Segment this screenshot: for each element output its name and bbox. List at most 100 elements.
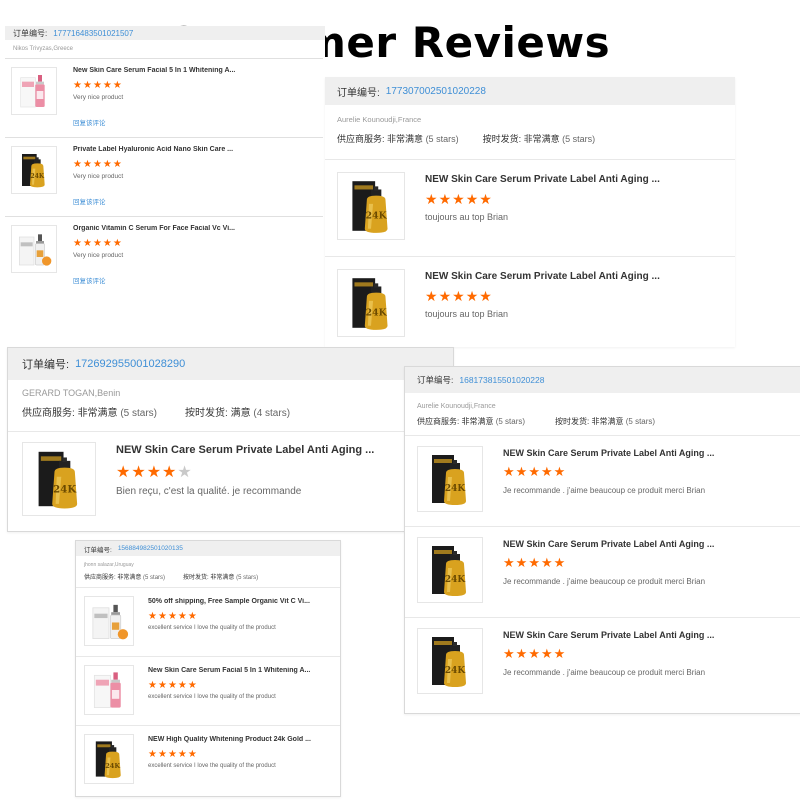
- shipping-count: (4 stars): [253, 408, 291, 419]
- pink-serum-bottle-icon: [93, 672, 121, 708]
- product-thumbnail[interactable]: 24K: [417, 446, 483, 512]
- seller-ratings: 供应商服务: 非常满意 (5 stars) 按时发货: 满意 (4 stars): [8, 402, 453, 431]
- product-name-link[interactable]: NEW Skin Care Serum Private Label Anti A…: [425, 174, 675, 185]
- review-info: NEW High Quality Whitening Product 24k G…: [148, 734, 318, 769]
- shipping-count: (5 stars): [625, 417, 656, 426]
- star-filled-icon: ★: [503, 646, 516, 661]
- reviewer-name: Nikos Trivyzas,Greece: [13, 46, 74, 52]
- star-filled-icon: ★: [116, 464, 132, 481]
- star-filled-icon: ★: [465, 191, 480, 207]
- svg-text:24K: 24K: [445, 575, 467, 585]
- order-label: 订单编号:: [22, 359, 70, 371]
- gold-24k-serum-icon: 24K: [432, 455, 466, 505]
- star-filled-icon: ★: [73, 238, 83, 249]
- star-filled-icon: ★: [73, 159, 83, 170]
- review-info: NEW Skin Care Serum Private Label Anti A…: [116, 442, 416, 497]
- star-filled-icon: ★: [553, 646, 567, 661]
- order-review-card-e: 订单编号: 156884982501020135 jhonn salazar,U…: [75, 540, 341, 797]
- order-number-link[interactable]: 156884982501020135: [118, 545, 183, 552]
- star-rating: ★★★★★: [148, 749, 318, 760]
- order-label: 订单编号:: [13, 28, 48, 38]
- review-comment: Very nice product: [73, 94, 124, 101]
- svg-text:24K: 24K: [445, 666, 467, 676]
- product-thumbnail[interactable]: 24K: [417, 628, 483, 694]
- review-comment: Very nice product: [73, 252, 124, 259]
- star-filled-icon: ★: [515, 464, 529, 479]
- gold-24k-serum-icon: 24K: [352, 181, 388, 233]
- supplier-service-label: 供应商服务:: [417, 417, 460, 426]
- star-filled-icon: ★: [112, 159, 123, 170]
- product-thumbnail[interactable]: [11, 225, 57, 273]
- shipping-label: 按时发货:: [183, 575, 209, 581]
- shipping-label: 按时发货:: [185, 408, 228, 419]
- star-filled-icon: ★: [102, 238, 113, 249]
- product-thumbnail[interactable]: 24K: [417, 537, 483, 603]
- star-filled-icon: ★: [177, 749, 188, 760]
- vitamin-c-serum-icon: [92, 604, 129, 640]
- star-filled-icon: ★: [167, 680, 178, 691]
- star-filled-icon: ★: [131, 464, 147, 481]
- review-row: 24K NEW Skin Care Serum Private Label Ant…: [405, 435, 800, 526]
- product-name-link[interactable]: Private Label Hyaluronic Acid Nano Skin …: [73, 146, 313, 153]
- product-name-link[interactable]: New Skin Care Serum Facial 5 In 1 Whiten…: [148, 667, 318, 674]
- product-name-link[interactable]: NEW Skin Care Serum Private Label Anti A…: [503, 448, 743, 458]
- product-name-link[interactable]: NEW Skin Care Serum Private Label Anti A…: [503, 539, 743, 549]
- review-comment: Very nice product: [73, 173, 124, 180]
- shipping-rating: 按时发货: 非常满意 (5 stars): [183, 572, 258, 581]
- gold-24k-serum-icon: 24K: [22, 154, 45, 188]
- product-name-link[interactable]: Organic Vitamin C Serum For Face Facial …: [73, 225, 313, 232]
- reply-link[interactable]: 回复该评论: [73, 275, 313, 285]
- star-filled-icon: ★: [438, 288, 453, 304]
- review-row: 50% off shipping, Free Sample Organic Vi…: [76, 587, 340, 656]
- product-thumbnail[interactable]: 24K: [11, 146, 57, 194]
- star-filled-icon: ★: [452, 191, 466, 207]
- review-comment: Je recommande . j'aime beaucoup ce produ…: [503, 486, 706, 495]
- review-comment: excellent service I love the quality of …: [148, 625, 276, 631]
- product-name-link[interactable]: NEW Skin Care Serum Private Label Anti A…: [116, 444, 416, 456]
- product-thumbnail[interactable]: [84, 596, 134, 646]
- order-number-link[interactable]: 177307002501020228: [386, 86, 486, 97]
- product-name-link[interactable]: New Skin Care Serum Facial 5 In 1 Whiten…: [73, 67, 313, 74]
- shipping-value: 非常满意: [210, 575, 235, 581]
- supplier-service-count: (5 stars): [425, 134, 459, 144]
- reply-link[interactable]: 回复该评论: [73, 117, 313, 127]
- star-rating: ★★★★★: [425, 288, 675, 305]
- supplier-service-rating: 供应商服务: 非常满意 (5 stars): [84, 572, 165, 581]
- reviewer-name: Aurelie Kounoudji,France: [417, 403, 496, 410]
- review-comment: toujours au top Brian: [425, 309, 509, 319]
- order-label: 订单编号:: [417, 375, 454, 385]
- star-filled-icon: ★: [148, 680, 158, 691]
- star-rating: ★★★★★: [503, 464, 743, 480]
- star-filled-icon: ★: [148, 611, 158, 622]
- review-info: NEW Skin Care Serum Private Label Anti A…: [503, 628, 743, 677]
- product-thumbnail[interactable]: 24K: [337, 172, 405, 240]
- star-rating: ★★★★★: [503, 646, 743, 662]
- shipping-rating: 按时发货: 非常满意 (5 stars): [555, 416, 655, 427]
- gold-24k-serum-icon: 24K: [38, 451, 77, 509]
- reply-link[interactable]: 回复该评论: [73, 196, 313, 206]
- order-number-link[interactable]: 177716483501021507: [53, 29, 133, 38]
- review-comment: toujours au top Brian: [425, 212, 509, 222]
- product-name-link[interactable]: NEW Skin Care Serum Private Label Anti A…: [503, 630, 743, 640]
- star-filled-icon: ★: [528, 464, 541, 479]
- review-comment: Je recommande . j'aime beaucoup ce produ…: [503, 577, 706, 586]
- order-number-link[interactable]: 172692955001028290: [75, 358, 185, 370]
- order-header: 订单编号: 177307002501020228: [325, 77, 735, 105]
- review-comment: Je recommande . j'aime beaucoup ce produ…: [503, 668, 706, 677]
- product-name-link[interactable]: NEW High Quality Whitening Product 24k G…: [148, 736, 318, 743]
- product-name-link[interactable]: 50% off shipping, Free Sample Organic Vi…: [148, 598, 318, 605]
- review-row: New Skin Care Serum Facial 5 In 1 Whiten…: [76, 656, 340, 725]
- review-row: 24K NEW Skin Care Serum Private Label Ant…: [8, 431, 453, 530]
- supplier-service-label: 供应商服务:: [337, 134, 385, 144]
- star-filled-icon: ★: [515, 555, 529, 570]
- product-thumbnail[interactable]: 24K: [22, 442, 96, 516]
- shipping-rating: 按时发货: 非常满意 (5 stars): [483, 132, 596, 145]
- product-thumbnail[interactable]: 24K: [337, 269, 405, 337]
- star-filled-icon: ★: [177, 611, 188, 622]
- product-thumbnail[interactable]: 24K: [84, 734, 134, 784]
- product-name-link[interactable]: NEW Skin Care Serum Private Label Anti A…: [425, 271, 675, 282]
- product-thumbnail[interactable]: [84, 665, 134, 715]
- order-number-link[interactable]: 168173815501020228: [459, 375, 544, 385]
- star-filled-icon: ★: [540, 646, 554, 661]
- product-thumbnail[interactable]: [11, 67, 57, 115]
